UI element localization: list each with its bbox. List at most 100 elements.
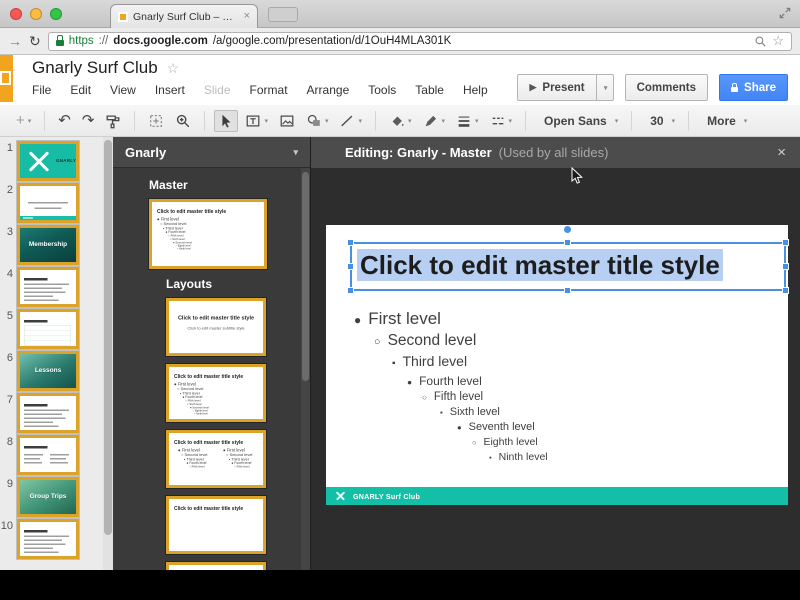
text-line <box>24 462 42 464</box>
zoom-button[interactable] <box>171 110 195 132</box>
slide-thumbnail[interactable]: Membership <box>17 225 79 265</box>
select-tool-button[interactable] <box>214 110 238 132</box>
fullscreen-icon[interactable] <box>778 6 792 20</box>
browser-tabbar: Gnarly Surf Club – Google × <box>0 0 800 28</box>
menu-arrange[interactable]: Arrange <box>307 83 350 97</box>
menu-format[interactable]: Format <box>250 83 288 97</box>
comments-button[interactable]: Comments <box>625 74 708 101</box>
slide-thumbnail[interactable] <box>17 267 79 307</box>
insert-shape-button[interactable]: ▾ <box>302 110 333 132</box>
document-title[interactable]: Gnarly Surf Club <box>32 58 158 78</box>
master-body-placeholder[interactable]: ●First level○Second level▪Third level●Fo… <box>326 308 788 465</box>
tab-title: Gnarly Surf Club – Google <box>133 11 239 23</box>
bullet-marker: ○ <box>374 333 381 352</box>
slide-thumbnail[interactable] <box>17 309 79 349</box>
paint-format-button[interactable] <box>101 110 125 132</box>
line-dash-button[interactable]: ▾ <box>486 110 517 132</box>
menu-tools[interactable]: Tools <box>368 83 396 97</box>
menu-view[interactable]: View <box>110 83 136 97</box>
master-title-text[interactable]: Click to edit master title style <box>357 250 723 281</box>
font-size-dropdown[interactable]: 30 ▾ <box>641 111 679 131</box>
present-dropdown-button[interactable]: ▾ <box>597 74 614 101</box>
search-icon[interactable] <box>754 35 767 48</box>
undo-button[interactable]: ↶ <box>54 110 75 131</box>
slide-canvas[interactable]: Click to edit master title style ●First … <box>326 225 788 505</box>
layout-thumbnail-partial[interactable] <box>166 562 266 570</box>
slide-row: 5 <box>0 309 103 349</box>
master-thumbnail[interactable]: Click to edit master title style● First … <box>149 199 267 269</box>
share-button[interactable]: Share <box>719 74 788 101</box>
zoom-fit-button[interactable] <box>144 110 168 132</box>
zoom-window-button[interactable] <box>50 8 62 20</box>
redo-button[interactable]: ↷ <box>78 110 99 131</box>
column <box>24 452 45 464</box>
letterbox <box>0 570 800 600</box>
menu-file[interactable]: File <box>32 83 51 97</box>
font-family-dropdown[interactable]: Open Sans ▾ <box>535 111 622 131</box>
line-weight-button[interactable]: ▾ <box>452 110 483 132</box>
slide-thumbnail[interactable] <box>17 435 79 475</box>
browser-tab[interactable]: Gnarly Surf Club – Google × <box>110 4 258 28</box>
layout-thumbnail-title_body[interactable]: Click to edit master title style● First … <box>166 364 266 422</box>
resize-handle-s[interactable] <box>564 287 571 294</box>
resize-handle-e[interactable] <box>782 263 789 270</box>
canvas-area: Editing: Gnarly - Master (Used by all sl… <box>310 137 800 570</box>
text-box-button[interactable]: ▾ <box>241 110 272 132</box>
menu-insert[interactable]: Insert <box>155 83 185 97</box>
new-tab-button[interactable] <box>268 7 298 22</box>
insert-image-button[interactable] <box>275 110 299 132</box>
resize-handle-se[interactable] <box>782 287 789 294</box>
slide-preview-content <box>20 404 76 430</box>
close-window-button[interactable] <box>10 8 22 20</box>
fill-color-button[interactable]: ▾ <box>385 110 416 132</box>
slide-preview-content: GNARLY <box>20 144 76 178</box>
star-document-icon[interactable]: ☆ <box>167 60 180 77</box>
master-panel-scrollbar[interactable] <box>301 168 310 570</box>
bullet-marker: ▪ <box>440 405 443 420</box>
present-button[interactable]: ▶ Present <box>517 74 596 101</box>
more-dropdown[interactable]: More ▾ <box>698 111 751 131</box>
bullet-label: Eighth level <box>483 435 537 450</box>
insert-line-button[interactable]: ▾ <box>335 110 366 132</box>
slide-thumbnail[interactable]: Group Trips <box>17 477 79 517</box>
slide-thumbnail[interactable]: GNARLY <box>17 141 79 181</box>
scrollbar-thumb[interactable] <box>104 140 112 535</box>
slide-thumbnail[interactable] <box>17 393 79 433</box>
resize-handle-w[interactable] <box>347 263 354 270</box>
menu-edit[interactable]: Edit <box>70 83 91 97</box>
menu-table[interactable]: Table <box>415 83 444 97</box>
tab-close-icon[interactable]: × <box>244 11 250 22</box>
resize-handle-nw[interactable] <box>347 239 354 246</box>
line-color-button[interactable]: ▾ <box>419 110 450 132</box>
filmstrip-scrollbar[interactable] <box>103 137 113 570</box>
layout-thumbnail-title_slide[interactable]: Click to edit master title styleClick to… <box>166 298 266 356</box>
layout-preview-content: Click to edit master title style <box>169 506 263 554</box>
minimize-window-button[interactable] <box>30 8 42 20</box>
bookmark-star-icon[interactable]: ☆ <box>772 33 784 49</box>
slide-thumbnail[interactable]: Lessons <box>17 351 79 391</box>
resize-handle-n[interactable] <box>564 239 571 246</box>
slide-number: 6 <box>0 351 17 364</box>
chevron-down-icon: ▾ <box>672 117 676 125</box>
bullet-row: ●Fourth level <box>407 373 788 390</box>
slide-thumbnail[interactable] <box>17 519 79 559</box>
heading-line <box>24 320 48 323</box>
resize-handle-sw[interactable] <box>347 287 354 294</box>
slides-app-icon[interactable] <box>0 55 13 102</box>
theme-header[interactable]: Gnarly ▾ <box>113 137 310 168</box>
layout-thumbnail-title_only[interactable]: Click to edit master title style <box>166 496 266 554</box>
address-bar[interactable]: https :// docs.google.com /a/google.com/… <box>48 32 792 51</box>
close-icon[interactable]: × <box>777 144 786 161</box>
title-placeholder-selection[interactable]: Click to edit master title style <box>350 242 786 291</box>
resize-handle-ne[interactable] <box>782 239 789 246</box>
layout-thumbnail-two_column[interactable]: Click to edit master title style● First … <box>166 430 266 488</box>
rotate-handle[interactable] <box>563 225 572 234</box>
new-slide-button[interactable]: + ▾ <box>12 110 35 131</box>
forward-arrow-icon[interactable]: → <box>8 33 22 49</box>
tiny-bullet-line: ▪ Ninth level <box>195 413 264 416</box>
menu-help[interactable]: Help <box>463 83 488 97</box>
scrollbar-thumb[interactable] <box>302 172 309 381</box>
reload-icon[interactable]: ↻ <box>29 34 41 48</box>
tiny-bullet-line: ○ Fifth level <box>234 466 258 470</box>
slide-thumbnail[interactable] <box>17 183 79 223</box>
